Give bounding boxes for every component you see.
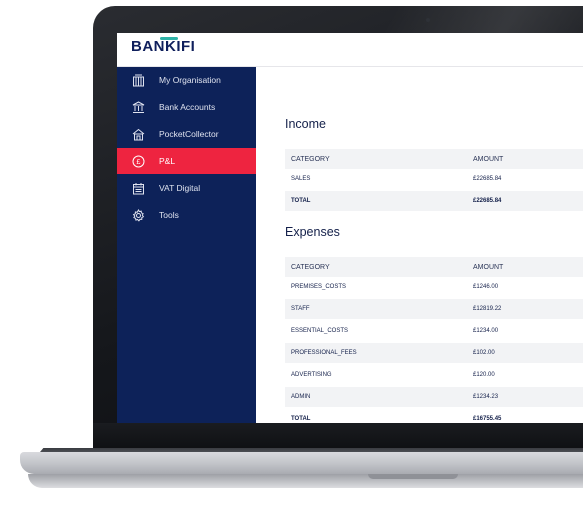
- row-category: SALES: [291, 176, 311, 182]
- row-category: PREMISES_COSTS: [291, 284, 347, 290]
- row-category: PROFESSIONAL_FEES: [291, 350, 357, 356]
- sidebar: My Organisation Bank Accounts PocketColl…: [117, 67, 256, 423]
- table-row[interactable]: PROFESSIONAL_FEES £102.00: [285, 343, 583, 363]
- sidebar-item-pnl[interactable]: £ P&L: [117, 148, 256, 174]
- row-category: ADMIN: [291, 394, 311, 400]
- row-amount: £1234.23: [473, 394, 499, 400]
- webcam: [426, 18, 430, 22]
- calendar-icon: [131, 181, 145, 195]
- income-table-header: CATEGORY AMOUNT: [285, 149, 583, 169]
- table-row[interactable]: PREMISES_COSTS £1246.00: [285, 277, 583, 297]
- column-header-category: CATEGORY: [291, 263, 330, 271]
- main-content: Income CATEGORY AMOUNT SALES £22685.84 T…: [256, 67, 583, 423]
- laptop-scene: BANKIFI My Organisation Bank Accounts Po…: [0, 0, 583, 505]
- sidebar-item-label: PocketCollector: [159, 129, 219, 139]
- row-amount: £12819.22: [473, 306, 502, 312]
- gear-icon: [131, 208, 145, 222]
- total-label: TOTAL: [291, 416, 311, 422]
- sidebar-item-pocketcollector[interactable]: PocketCollector: [117, 121, 256, 147]
- column-header-category: CATEGORY: [291, 155, 330, 163]
- income-total-row: TOTAL £22685.84: [285, 191, 583, 211]
- row-category: ESSENTIAL_COSTS: [291, 328, 349, 334]
- expenses-title: Expenses: [285, 225, 340, 239]
- row-amount: £102.00: [473, 350, 495, 356]
- total-amount: £22685.84: [473, 198, 502, 204]
- sidebar-item-bank-accounts[interactable]: Bank Accounts: [117, 94, 256, 120]
- sidebar-item-label: P&L: [159, 156, 176, 166]
- row-category: ADVERTISING: [291, 372, 332, 378]
- table-row[interactable]: ADVERTISING £120.00: [285, 365, 583, 385]
- sidebar-item-label: My Organisation: [159, 75, 221, 85]
- sidebar-item-tools[interactable]: Tools: [117, 202, 256, 228]
- lid-opening-notch: [368, 474, 458, 479]
- sidebar-item-label: Bank Accounts: [159, 102, 216, 112]
- sidebar-item-my-organisation[interactable]: My Organisation: [117, 67, 256, 93]
- bank-icon: [131, 100, 145, 114]
- sidebar-item-vat-digital[interactable]: VAT Digital: [117, 175, 256, 201]
- sidebar-item-label: Tools: [159, 210, 179, 220]
- home-icon: [131, 127, 145, 141]
- row-amount: £1246.00: [473, 284, 499, 290]
- app-screen: BANKIFI My Organisation Bank Accounts Po…: [117, 33, 583, 423]
- total-amount: £16755.45: [473, 416, 502, 422]
- sidebar-item-label: VAT Digital: [159, 183, 201, 193]
- pound-icon: £: [131, 154, 145, 168]
- row-amount: £22685.84: [473, 176, 502, 182]
- table-row[interactable]: ADMIN £1234.23: [285, 387, 583, 407]
- total-label: TOTAL: [291, 198, 311, 204]
- expenses-table-header: CATEGORY AMOUNT: [285, 257, 583, 277]
- brand-logo[interactable]: BANKIFI: [131, 38, 195, 55]
- organisation-icon: [131, 73, 145, 87]
- row-amount: £120.00: [473, 372, 495, 378]
- table-row[interactable]: STAFF £12819.22: [285, 299, 583, 319]
- table-row[interactable]: ESSENTIAL_COSTS £1234.00: [285, 321, 583, 341]
- laptop-base: [20, 452, 583, 474]
- income-title: Income: [285, 117, 326, 131]
- laptop-base-edge: [28, 474, 583, 488]
- expenses-total-row: TOTAL £16755.45: [285, 409, 583, 423]
- column-header-amount: AMOUNT: [473, 263, 504, 271]
- column-header-amount: AMOUNT: [473, 155, 504, 163]
- table-row[interactable]: SALES £22685.84: [285, 169, 583, 189]
- row-category: STAFF: [291, 306, 310, 312]
- row-amount: £1234.00: [473, 328, 499, 334]
- svg-text:£: £: [136, 159, 140, 166]
- app-header: BANKIFI: [117, 33, 583, 67]
